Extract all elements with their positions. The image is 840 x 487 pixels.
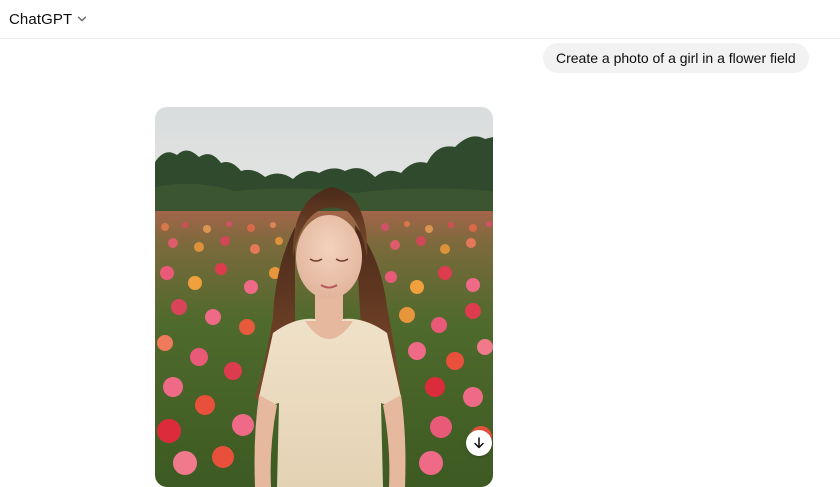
generated-image-photo	[155, 107, 493, 487]
top-bar: ChatGPT	[0, 0, 840, 39]
download-image-button[interactable]	[466, 430, 492, 456]
chevron-down-icon	[78, 16, 87, 22]
user-message-bubble: Create a photo of a girl in a flower fie…	[543, 43, 809, 73]
model-switcher[interactable]: ChatGPT	[9, 8, 87, 30]
arrow-down-icon	[474, 437, 484, 449]
user-message-text: Create a photo of a girl in a flower fie…	[556, 50, 796, 66]
model-name: ChatGPT	[9, 10, 73, 28]
generated-image[interactable]	[155, 107, 493, 487]
